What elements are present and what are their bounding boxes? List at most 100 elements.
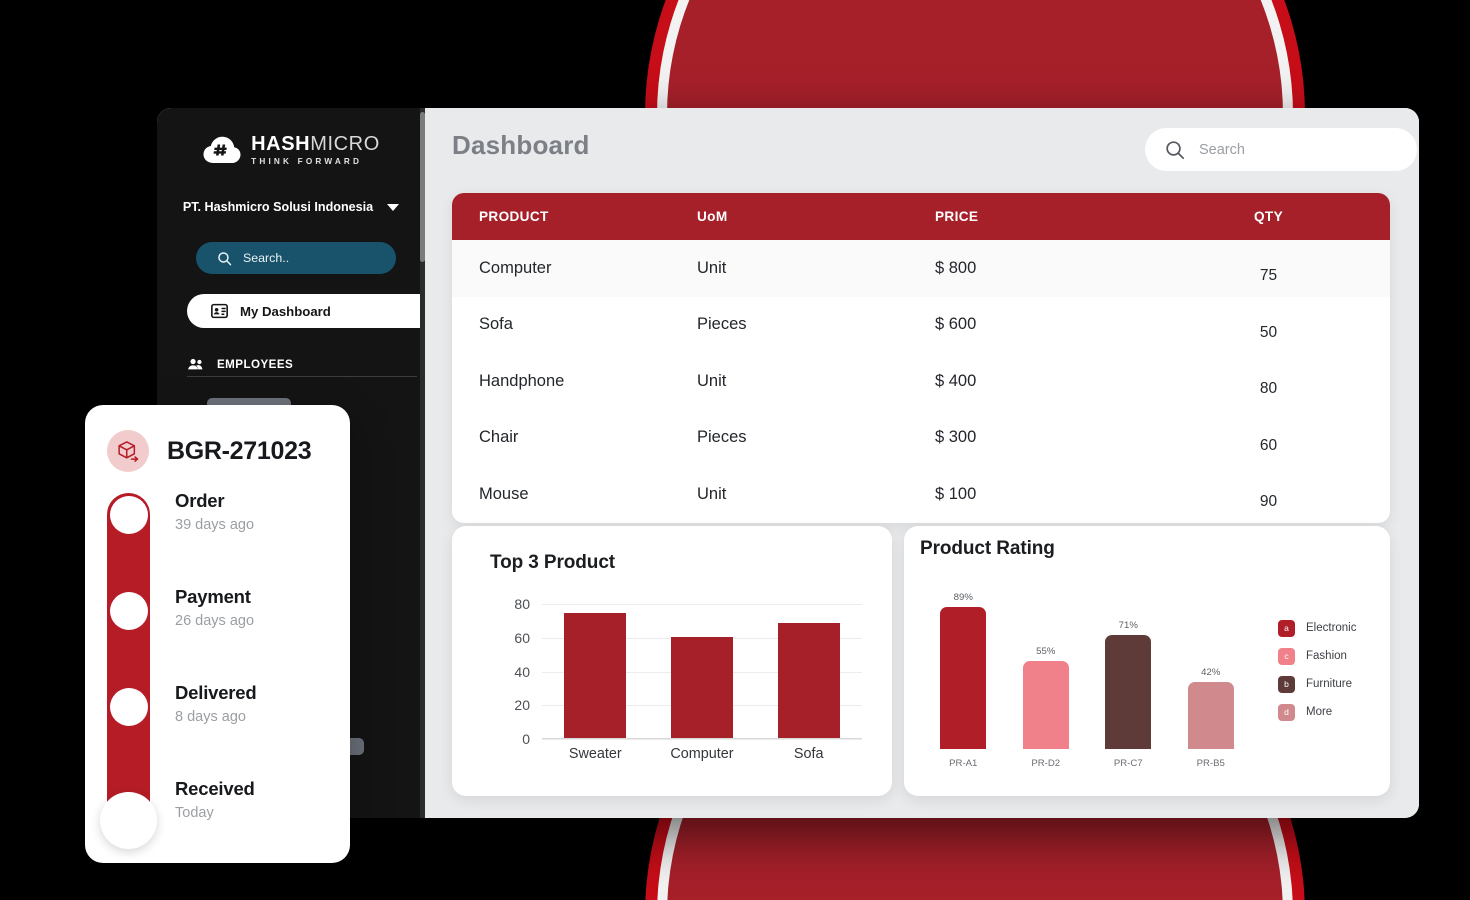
cell-price: $ 300 (935, 428, 977, 447)
product-rating-chart-card: Product Rating 89% PR-A1 55% PR-D2 71% PR-C7 4… (904, 526, 1390, 796)
order-step-title: Order (175, 490, 225, 511)
legend-label: More (1306, 706, 1333, 718)
sidebar-item-employees[interactable]: EMPLOYEES (187, 351, 417, 377)
order-card-header: BGR-271023 (107, 430, 312, 472)
sidebar-item-label: My Dashboard (240, 303, 331, 319)
chart-bar[interactable] (777, 623, 840, 738)
legend-label: Fashion (1306, 650, 1347, 662)
table-row[interactable]: Handphone Unit $ 400 80 (452, 353, 1390, 410)
bar-value-label: 89% (953, 591, 973, 603)
sidebar-divider (187, 376, 417, 377)
order-step-dot-current (100, 792, 157, 849)
cell-qty: 90 (1259, 493, 1278, 511)
chart-bar[interactable] (671, 636, 733, 738)
sidebar-item-my-dashboard[interactable]: My Dashboard (187, 294, 447, 328)
table-row[interactable]: Sofa Pieces $ 600 50 (452, 297, 1390, 354)
x-axis-tick-label: Computer (670, 746, 734, 762)
app-logo: HASHMICRO THINK FORWARD (157, 134, 425, 166)
order-step-title: Received (175, 778, 255, 799)
legend-item[interactable]: c Fashion (1278, 642, 1357, 670)
order-step-title: Delivered (175, 682, 257, 703)
package-shipping-icon (117, 440, 138, 462)
cell-uom: Unit (697, 371, 727, 390)
product-rating-plot: 89% PR-A1 55% PR-D2 71% PR-C7 42% PR-B5 (922, 566, 1252, 771)
chart-gridline (542, 739, 862, 740)
cell-product: Chair (479, 428, 519, 447)
y-axis-tick-label: 40 (514, 663, 530, 680)
x-axis-tick-label: PR-D2 (1031, 758, 1061, 769)
cell-uom: Unit (697, 484, 727, 503)
chevron-down-icon (387, 203, 400, 211)
y-axis-tick-label: 0 (522, 731, 530, 747)
table-row[interactable]: Mouse Unit $ 100 90 (452, 466, 1390, 523)
cell-product: Computer (479, 258, 552, 277)
logo-title: HASHMICRO (251, 133, 380, 155)
legend-label: Furniture (1306, 678, 1353, 690)
chart-gridline (542, 604, 862, 605)
bar-value-label: 55% (1036, 646, 1056, 657)
chart-bar[interactable] (1105, 635, 1152, 749)
legend-color-chip: a (1278, 619, 1295, 637)
sidebar-search-input[interactable]: Search.. (196, 242, 396, 274)
order-step-time: 26 days ago (175, 613, 255, 629)
cell-price: $ 400 (935, 371, 977, 390)
cell-qty: 80 (1259, 380, 1278, 398)
order-step: Received Today (175, 778, 255, 821)
table-row[interactable]: Chair Pieces $ 300 60 (452, 410, 1390, 467)
chart-title: Top 3 Product (490, 552, 616, 573)
column-header-price: PRICE (935, 209, 979, 224)
legend-color-chip: d (1278, 703, 1295, 721)
order-step-time: 39 days ago (175, 517, 255, 533)
x-axis-tick-label: PR-C7 (1113, 758, 1143, 769)
cell-qty: 60 (1259, 436, 1278, 454)
x-axis-tick-label: PR-A1 (949, 758, 978, 769)
screenshot-stage: HASHMICRO THINK FORWARD PT. Hashmicro So… (0, 0, 1470, 900)
top-3-product-plot: 0 20 40 60 80 Sweater Computer Sofa (514, 596, 862, 762)
order-step: Order 39 days ago (175, 490, 254, 533)
legend-item[interactable]: b Furniture (1278, 670, 1357, 698)
chart-bar[interactable] (564, 613, 627, 738)
chart-legend: a Electronic c Fashion b Furniture d More (1278, 614, 1357, 726)
page-title: Dashboard (452, 130, 590, 160)
legend-item[interactable]: d More (1278, 698, 1357, 726)
search-icon (218, 251, 232, 265)
order-step-dot (109, 592, 148, 630)
cell-uom: Pieces (697, 315, 747, 334)
x-axis-tick-label: PR-B5 (1196, 758, 1225, 769)
bar-value-label: 71% (1118, 620, 1138, 632)
order-tracking-card: BGR-271023 Order 39 days ago Payment 26 … (85, 405, 350, 863)
order-id: BGR-271023 (167, 436, 312, 465)
chart-bar[interactable] (940, 606, 987, 749)
y-axis-tick-label: 20 (514, 697, 530, 714)
order-step-title: Payment (175, 586, 251, 607)
column-header-uom: UoM (697, 209, 728, 224)
cell-price: $ 600 (935, 315, 977, 334)
x-axis-line (542, 738, 862, 739)
y-axis-tick-label: 60 (514, 629, 530, 646)
chart-bar[interactable] (1022, 661, 1069, 749)
column-header-qty: QTY (1254, 209, 1283, 224)
cell-product: Sofa (479, 315, 513, 334)
company-selector[interactable]: PT. Hashmicro Solusi Indonesia (157, 200, 425, 214)
cell-qty: 50 (1259, 323, 1278, 341)
legend-color-chip: b (1278, 675, 1295, 693)
order-step-time: Today (175, 805, 214, 821)
order-step: Payment 26 days ago (175, 586, 254, 629)
cell-uom: Unit (697, 258, 727, 277)
x-axis-tick-label: Sofa (793, 746, 824, 762)
chart-bar[interactable] (1187, 681, 1234, 749)
search-input[interactable]: Search (1145, 128, 1417, 171)
legend-item[interactable]: a Electronic (1278, 614, 1357, 642)
main-content: Dashboard Search PRODUCT UoM PRICE QTY C… (425, 108, 1419, 818)
package-icon-badge (107, 430, 149, 472)
cell-price: $ 800 (935, 258, 977, 277)
column-header-product: PRODUCT (479, 209, 549, 224)
table-row[interactable]: Computer Unit $ 800 75 (452, 240, 1390, 297)
company-name: PT. Hashmicro Solusi Indonesia (182, 200, 374, 214)
order-step-time: 8 days ago (175, 709, 246, 725)
cell-qty: 75 (1259, 267, 1278, 285)
sidebar-section-label: EMPLOYEES (217, 357, 294, 371)
y-axis-tick-label: 80 (514, 596, 530, 612)
table-header-row: PRODUCT UoM PRICE QTY (452, 193, 1390, 240)
order-step: Delivered 8 days ago (175, 682, 257, 725)
